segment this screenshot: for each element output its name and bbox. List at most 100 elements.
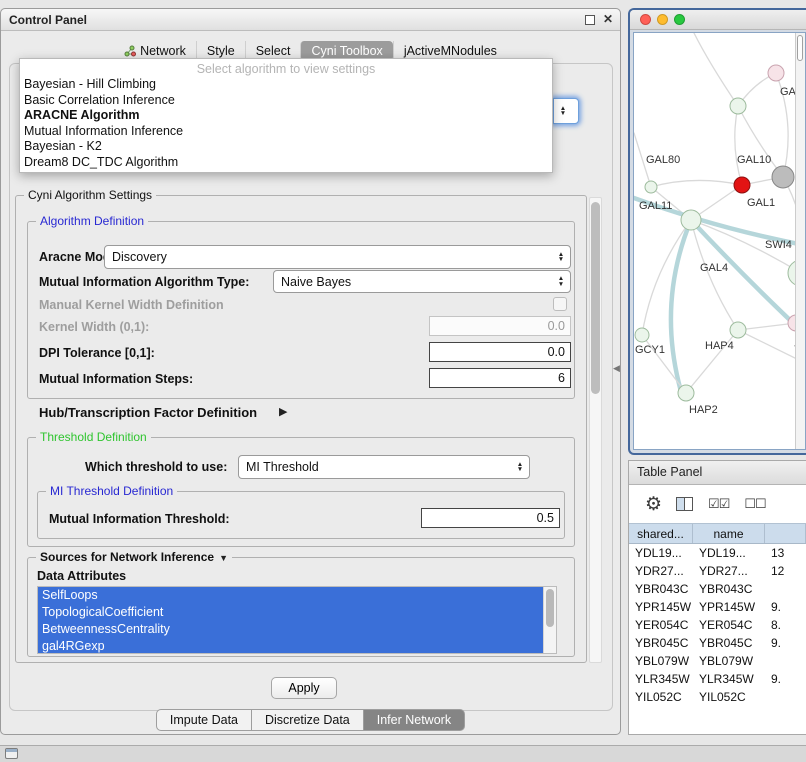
network-edge[interactable] <box>651 180 742 187</box>
attr-item-betweennesscentrality[interactable]: BetweennessCentrality <box>38 621 543 638</box>
combo-arrows-icon <box>552 271 570 292</box>
network-node-gal11[interactable] <box>645 181 657 193</box>
network-node-label: GCY1 <box>635 344 665 356</box>
table-cell: YDR27... <box>629 562 693 580</box>
popup-item-bayesian-k2[interactable]: Bayesian - K2 <box>20 139 552 155</box>
attr-item-selfloops[interactable]: SelfLoops <box>38 587 543 604</box>
zoom-traffic-icon[interactable] <box>674 14 685 25</box>
column-header-name[interactable]: name <box>693 524 765 543</box>
close-traffic-icon[interactable] <box>640 14 651 25</box>
popup-item-basic-correlation-inference[interactable]: Basic Correlation Inference <box>20 93 552 109</box>
network-node-hap4[interactable] <box>730 322 746 338</box>
table-row[interactable]: YDR27...YDR27...12 <box>629 562 806 580</box>
popup-item-bayesian-hill-climbing[interactable]: Bayesian - Hill Climbing <box>20 77 552 93</box>
bottom-tab-discretize-data[interactable]: Discretize Data <box>252 709 364 731</box>
bottom-tab-impute-data[interactable]: Impute Data <box>156 709 252 731</box>
data-attributes-list[interactable]: SelfLoopsTopologicalCoefficientBetweenne… <box>37 586 557 654</box>
expand-arrow-icon[interactable] <box>279 404 287 418</box>
panel-indicator-icon[interactable] <box>5 748 18 759</box>
network-canvas[interactable]: GALGAL80GAL10GAL11GAL1SWI4GAL4GCY1HAP4YH… <box>633 32 806 450</box>
table-cell: 9. <box>765 598 806 616</box>
network-edge[interactable] <box>694 33 738 106</box>
network-node-hap2[interactable] <box>678 385 694 401</box>
network-node-label: GAL80 <box>646 154 680 166</box>
float-window-icon[interactable] <box>585 15 595 25</box>
scrollbar-thumb[interactable] <box>591 202 600 394</box>
mi-threshold-group-title: MI Threshold Definition <box>46 484 177 498</box>
network-window-titlebar[interactable] <box>630 10 806 30</box>
table-cell: YDR27... <box>693 562 765 580</box>
network-node-gal4[interactable] <box>681 210 701 230</box>
popup-item-mutual-information-inference[interactable]: Mutual Information Inference <box>20 124 552 140</box>
which-threshold-select[interactable]: MI Threshold <box>238 455 530 479</box>
table-cell: YER054C <box>693 616 765 634</box>
gear-icon[interactable]: ⚙ <box>645 493 661 516</box>
scrollbar-thumb[interactable] <box>546 589 554 627</box>
table-body: YDL19...YDL19...13YDR27...YDR27...12YBR0… <box>629 544 806 706</box>
collapse-arrow-icon[interactable] <box>214 550 228 564</box>
column-header-col2[interactable] <box>765 524 806 543</box>
attr-item-gal4rgexp[interactable]: gal4RGexp <box>38 638 543 654</box>
network-scrollbar[interactable] <box>795 33 805 449</box>
attributes-list-scrollbar[interactable] <box>543 587 556 653</box>
mi-threshold-field[interactable]: 0.5 <box>421 508 560 528</box>
manual-kernel-label: Manual Kernel Width Definition <box>39 298 224 312</box>
algorithm-combobox-arrow[interactable] <box>553 98 579 124</box>
network-node-pink-top[interactable] <box>768 65 784 81</box>
sources-title-text: Sources for Network Inference <box>40 550 214 564</box>
network-edge[interactable] <box>738 323 796 330</box>
popup-item-aracne-algorithm[interactable]: ARACNE Algorithm <box>20 108 552 124</box>
network-node-label: GAL1 <box>747 197 775 209</box>
panel-title: Control Panel <box>9 13 87 27</box>
table-cell: YDL19... <box>693 544 765 562</box>
threshold-definition-title: Threshold Definition <box>36 430 151 444</box>
network-edge[interactable] <box>735 106 742 185</box>
popup-item-dream8-dc-tdc-algorithm[interactable]: Dream8 DC_TDC Algorithm <box>20 155 552 171</box>
table-row[interactable]: YPR145WYPR145W9. <box>629 598 806 616</box>
bottom-tab-infer-network[interactable]: Infer Network <box>364 709 465 731</box>
table-row[interactable]: YIL052CYIL052C <box>629 688 806 706</box>
table-row[interactable]: YBR045CYBR045C9. <box>629 634 806 652</box>
select-all-icon[interactable]: ☑☑ <box>708 496 729 512</box>
deselect-all-icon[interactable]: ☐☐ <box>744 496 765 512</box>
table-row[interactable]: YBR043CYBR043C <box>629 580 806 598</box>
table-cell: YBL079W <box>629 652 693 670</box>
panel-collapse-icon[interactable] <box>613 363 620 374</box>
scrollbar-thumb[interactable] <box>797 35 803 61</box>
network-node-green-top[interactable] <box>730 98 746 114</box>
table-row[interactable]: YER054CYER054C8. <box>629 616 806 634</box>
table-cell <box>765 652 806 670</box>
algorithm-definition-title: Algorithm Definition <box>36 214 148 228</box>
minimize-traffic-icon[interactable] <box>657 14 668 25</box>
popup-placeholder: Select algorithm to view settings <box>20 61 552 77</box>
dpi-tolerance-field[interactable]: 0.0 <box>429 342 571 362</box>
aracne-mode-select[interactable]: Discovery <box>104 245 571 269</box>
mi-steps-field[interactable]: 6 <box>429 368 571 388</box>
kernel-width-field[interactable]: 0.0 <box>429 316 571 336</box>
which-threshold-label: Which threshold to use: <box>85 460 227 474</box>
manual-kernel-checkbox[interactable] <box>553 297 567 311</box>
cyni-settings-group-title: Cyni Algorithm Settings <box>24 188 156 202</box>
close-icon[interactable] <box>603 12 613 26</box>
column-selector-icon[interactable] <box>676 497 693 511</box>
hub-definition-label[interactable]: Hub/Transcription Factor Definition <box>39 406 257 420</box>
settings-scrollbar[interactable] <box>589 197 602 663</box>
apply-button[interactable]: Apply <box>271 677 337 699</box>
control-panel-titlebar: Control Panel <box>1 9 620 31</box>
column-header-shared[interactable]: shared... <box>629 524 693 543</box>
network-node-gal1-gray[interactable] <box>772 166 794 188</box>
network-edge[interactable] <box>738 106 783 177</box>
attr-item-topologicalcoefficient[interactable]: TopologicalCoefficient <box>38 604 543 621</box>
dpi-tolerance-label: DPI Tolerance [0,1]: <box>39 346 155 360</box>
network-node-gcy1[interactable] <box>635 328 649 342</box>
tab-label: jActiveMNodules <box>404 44 497 58</box>
sources-group-title[interactable]: Sources for Network Inference <box>36 550 232 564</box>
table-row[interactable]: YBL079WYBL079W <box>629 652 806 670</box>
table-row[interactable]: YDL19...YDL19...13 <box>629 544 806 562</box>
mi-type-select[interactable]: Naive Bayes <box>273 270 571 293</box>
network-node-label: HAP2 <box>689 404 718 416</box>
network-node-gal10-red[interactable] <box>734 177 750 193</box>
network-node-label: SWI4 <box>765 239 792 251</box>
table-row[interactable]: YLR345WYLR345W9. <box>629 670 806 688</box>
network-icon <box>124 45 136 57</box>
